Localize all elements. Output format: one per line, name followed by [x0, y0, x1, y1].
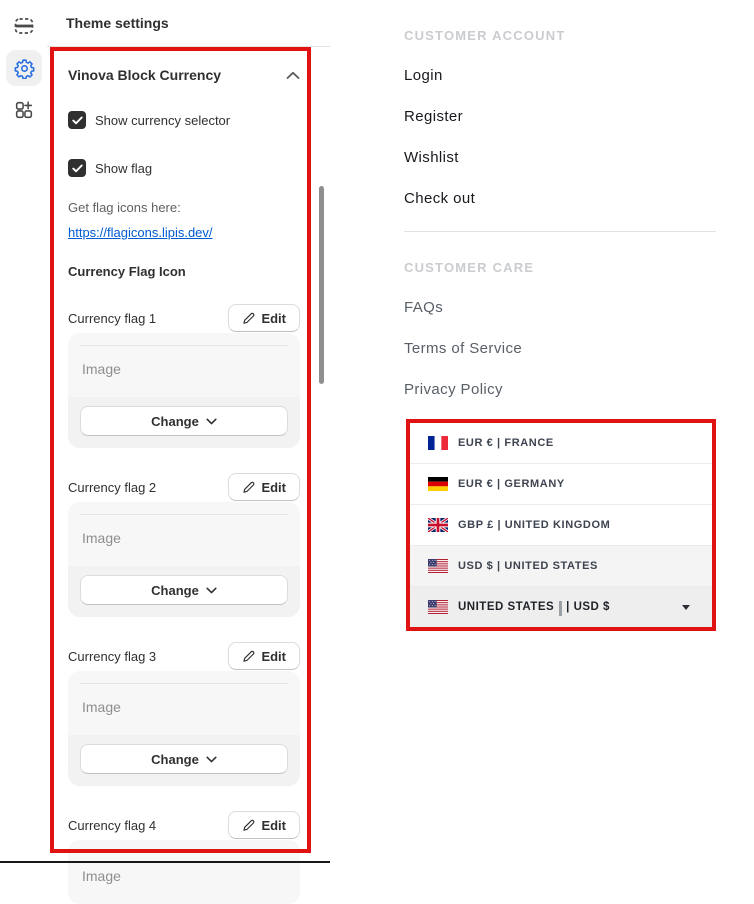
- edit-pencil-icon: [242, 819, 255, 832]
- edit-pencil-icon: [242, 650, 255, 663]
- footer-link-privacy-policy[interactable]: Privacy Policy: [404, 381, 716, 398]
- panel-body: Vinova Block Currency Show currency sele…: [47, 61, 330, 904]
- section-header-vinova-block-currency[interactable]: Vinova Block Currency: [68, 61, 300, 89]
- currency-flag-4-label: Currency flag 4: [68, 818, 156, 833]
- sections-icon[interactable]: [6, 8, 42, 44]
- image-label: Image: [82, 868, 121, 884]
- footer-link-checkout[interactable]: Check out: [404, 190, 716, 207]
- theme-settings-panel: Theme settings Vinova Block Currency Sho…: [47, 0, 330, 864]
- currency-option-united-states[interactable]: USD $ | UNITED STATES: [410, 546, 712, 587]
- image-preview-area[interactable]: Image: [68, 333, 300, 397]
- currency-flag-group-4: Currency flag 4 Edit Image: [68, 810, 300, 904]
- edit-button[interactable]: Edit: [228, 642, 300, 670]
- selected-country: UNITED STATES: [458, 601, 554, 613]
- currency-flag-group-3: Currency flag 3 Edit Image Change: [68, 641, 300, 786]
- checkbox-label: Show flag: [95, 161, 152, 176]
- us-flag-icon: [428, 559, 448, 573]
- checkbox-show-currency-selector[interactable]: Show currency selector: [68, 111, 300, 129]
- currency-flag-3-label: Currency flag 3: [68, 649, 156, 664]
- edit-button[interactable]: Edit: [228, 304, 300, 332]
- storefront-preview: CUSTOMER ACCOUNT Login Register Wishlist…: [404, 0, 716, 398]
- footer-link-terms-of-service[interactable]: Terms of Service: [404, 340, 716, 357]
- footer-link-register[interactable]: Register: [404, 108, 716, 125]
- divider: [80, 852, 288, 853]
- chevron-up-icon: [286, 71, 300, 80]
- image-picker-card: Image Change: [68, 502, 300, 617]
- divider: [80, 345, 288, 346]
- edit-button[interactable]: Edit: [228, 473, 300, 501]
- editor-sidebar: [0, 0, 47, 864]
- apps-icon[interactable]: [6, 92, 42, 128]
- us-flag-icon: [428, 600, 448, 614]
- panel-scrollbar-thumb[interactable]: [319, 186, 324, 384]
- selected-currency: | USD $: [566, 601, 610, 613]
- change-button[interactable]: Change: [80, 575, 288, 605]
- edit-pencil-icon: [242, 312, 255, 325]
- flag-icons-link[interactable]: https://flagicons.lipis.dev/: [68, 225, 213, 240]
- currency-selector-trigger[interactable]: UNITED STATES | USD $: [410, 587, 712, 627]
- customer-care-heading: CUSTOMER CARE: [404, 260, 716, 275]
- image-picker-card: Image Change: [68, 333, 300, 448]
- chevron-down-icon: [206, 756, 217, 763]
- edit-button[interactable]: Edit: [228, 811, 300, 839]
- uk-flag-icon: [428, 518, 448, 532]
- currency-option-germany[interactable]: EUR € | GERMANY: [410, 464, 712, 505]
- image-picker-card: Image Change: [68, 671, 300, 786]
- currency-option-united-kingdom[interactable]: GBP £ | UNITED KINGDOM: [410, 505, 712, 546]
- checkbox-checked-icon: [68, 159, 86, 177]
- checkbox-label: Show currency selector: [95, 113, 230, 128]
- chevron-down-icon: [206, 418, 217, 425]
- image-preview-area[interactable]: Image: [68, 502, 300, 566]
- sections-icon-glyph: [12, 14, 36, 38]
- currency-flag-icon-heading: Currency Flag Icon: [68, 264, 300, 279]
- divider: [80, 683, 288, 684]
- change-button[interactable]: Change: [80, 744, 288, 774]
- customer-account-heading: CUSTOMER ACCOUNT: [404, 28, 716, 43]
- currency-selector-annotated-box: EUR € | FRANCE EUR € | GERMANY GBP £ | U…: [406, 419, 716, 631]
- checkbox-checked-icon: [68, 111, 86, 129]
- change-button[interactable]: Change: [80, 406, 288, 436]
- currency-flag-2-label: Currency flag 2: [68, 480, 156, 495]
- panel-header: Theme settings: [47, 0, 330, 47]
- currency-flag-1-label: Currency flag 1: [68, 311, 156, 326]
- image-picker-card: Image: [68, 840, 300, 904]
- footer-link-faqs[interactable]: FAQs: [404, 299, 716, 316]
- flag-icons-help-text: Get flag icons here:: [68, 200, 300, 215]
- germany-flag-icon: [428, 477, 448, 491]
- currency-option-france[interactable]: EUR € | FRANCE: [410, 423, 712, 464]
- currency-flag-group-2: Currency flag 2 Edit Image Change: [68, 472, 300, 617]
- divider: [80, 514, 288, 515]
- gear-icon: [14, 58, 35, 79]
- france-flag-icon: [428, 436, 448, 450]
- chevron-down-icon: [206, 587, 217, 594]
- apps-icon-glyph: [13, 99, 35, 121]
- text-cursor: [559, 601, 562, 616]
- footer-link-login[interactable]: Login: [404, 67, 716, 84]
- panel-title: Theme settings: [66, 15, 169, 31]
- image-label: Image: [82, 361, 121, 377]
- image-label: Image: [82, 699, 121, 715]
- theme-settings-gear-icon[interactable]: [6, 50, 42, 86]
- bottom-capture-line: [0, 861, 330, 863]
- image-label: Image: [82, 530, 121, 546]
- divider: [404, 231, 716, 232]
- section-title: Vinova Block Currency: [68, 67, 221, 83]
- checkbox-show-flag[interactable]: Show flag: [68, 159, 300, 177]
- image-preview-area[interactable]: Image: [68, 840, 300, 904]
- footer-link-wishlist[interactable]: Wishlist: [404, 149, 716, 166]
- edit-pencil-icon: [242, 481, 255, 494]
- image-preview-area[interactable]: Image: [68, 671, 300, 735]
- currency-flag-group-1: Currency flag 1 Edit Image Change: [68, 303, 300, 448]
- chevron-down-icon: [682, 605, 690, 610]
